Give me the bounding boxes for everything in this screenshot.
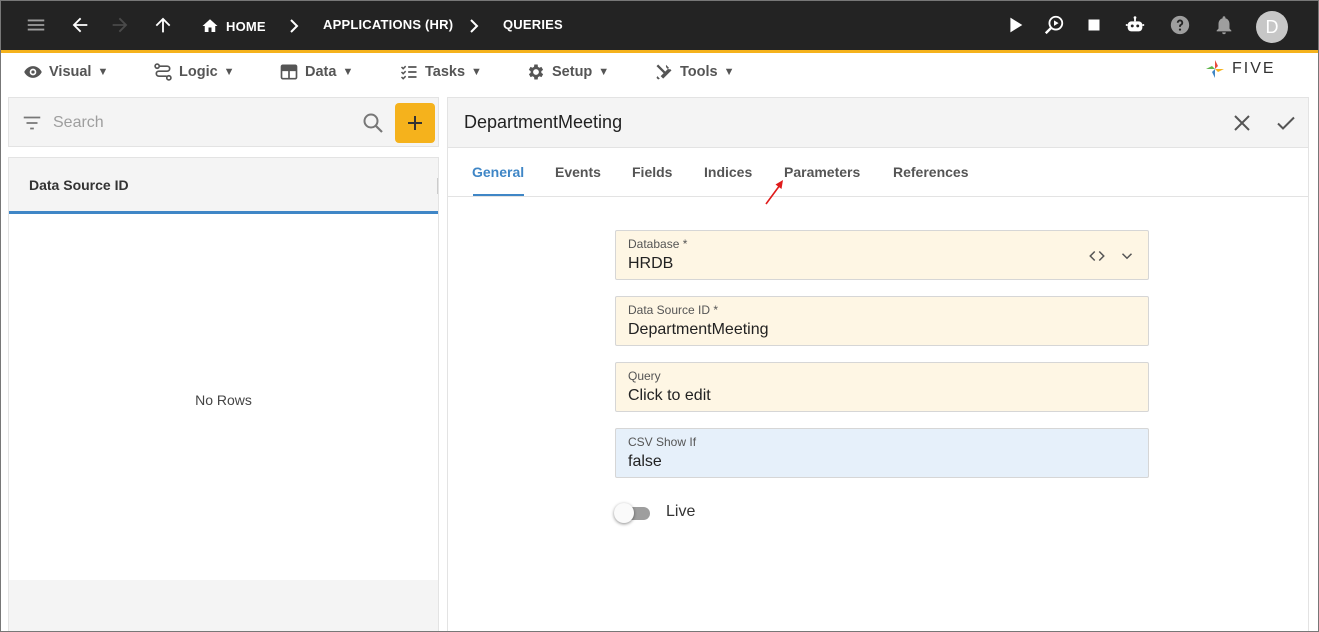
chevron-right-icon [290, 19, 299, 33]
caret-down-icon: ▼ [598, 66, 610, 78]
logic-icon [154, 63, 172, 81]
debug-bot-icon[interactable] [1122, 12, 1148, 38]
tab-events[interactable]: Events [555, 164, 601, 180]
active-tab-indicator [473, 194, 524, 196]
record-form: DepartmentMeeting General Events Fields … [447, 97, 1309, 632]
tools-icon [656, 64, 672, 80]
back-arrow-icon[interactable] [67, 12, 93, 38]
tab-general[interactable]: General [472, 164, 524, 180]
filter-icon[interactable] [21, 112, 43, 134]
menu-logic[interactable]: Logic ▼ [153, 62, 235, 82]
top-app-bar: HOME APPLICATIONS (HR) QUERIES D [0, 0, 1319, 53]
data-source-id-field[interactable]: Data Source ID * DepartmentMeeting [615, 296, 1149, 346]
home-icon [202, 19, 218, 32]
eye-icon [24, 66, 42, 78]
menu-tools[interactable]: Tools ▼ [654, 62, 734, 82]
caret-down-icon: ▼ [471, 66, 482, 78]
gear-icon [528, 64, 544, 80]
caret-down-icon: ▼ [223, 66, 235, 78]
csv-show-if-field[interactable]: CSV Show If false [615, 428, 1149, 478]
live-toggle[interactable] [614, 502, 654, 524]
close-icon[interactable] [1230, 111, 1254, 135]
main-menu-bar: Visual ▼ Logic ▼ Data ▼ Tasks ▼ Setup ▼ … [0, 56, 1319, 88]
five-logo: FIVE [1204, 58, 1276, 80]
notifications-bell-icon[interactable] [1211, 12, 1237, 38]
empty-state-text: No Rows [195, 392, 252, 408]
breadcrumb-applications[interactable]: APPLICATIONS (HR) [323, 17, 453, 32]
form-tabs: General Events Fields Indices Parameters… [448, 148, 1308, 197]
hamburger-menu-icon[interactable] [23, 12, 49, 38]
five-logo-icon [1206, 60, 1224, 78]
up-arrow-icon[interactable] [150, 12, 176, 38]
help-icon[interactable] [1167, 12, 1193, 38]
add-record-button[interactable] [395, 103, 435, 143]
column-header-data-source-id[interactable]: Data Source ID [9, 158, 438, 214]
forward-arrow-icon[interactable] [107, 12, 133, 38]
list-search-bar [8, 97, 439, 147]
query-field[interactable]: Query Click to edit [615, 362, 1149, 412]
chevron-right-icon [470, 19, 479, 33]
run-play-icon[interactable] [1002, 12, 1028, 38]
list-footer [9, 580, 438, 632]
tab-indices[interactable]: Indices [704, 164, 752, 180]
form-header: DepartmentMeeting [448, 98, 1308, 148]
run-search-icon[interactable] [1041, 12, 1067, 38]
table-icon [280, 64, 298, 80]
menu-data[interactable]: Data ▼ [279, 62, 353, 82]
tab-fields[interactable]: Fields [632, 164, 672, 180]
search-icon[interactable] [361, 111, 385, 135]
search-input[interactable] [53, 110, 353, 136]
caret-down-icon: ▼ [342, 66, 354, 78]
tab-references[interactable]: References [893, 164, 969, 180]
save-check-icon[interactable] [1274, 111, 1298, 135]
form-title: DepartmentMeeting [464, 112, 623, 132]
breadcrumb-queries[interactable]: QUERIES [503, 17, 563, 32]
menu-visual[interactable]: Visual ▼ [23, 62, 108, 82]
code-brackets-icon[interactable] [1088, 247, 1106, 265]
chevron-down-icon[interactable] [1118, 247, 1136, 265]
live-toggle-label: Live [666, 503, 696, 520]
stop-icon[interactable] [1081, 12, 1107, 38]
caret-down-icon: ▼ [97, 66, 109, 78]
tab-parameters[interactable]: Parameters [784, 164, 860, 180]
column-resize-handle[interactable] [437, 178, 438, 194]
caret-down-icon: ▼ [723, 66, 735, 78]
user-avatar[interactable]: D [1256, 11, 1288, 43]
toggle-thumb [614, 503, 634, 523]
tasks-icon [400, 65, 417, 80]
plus-icon [408, 116, 422, 130]
menu-tasks[interactable]: Tasks ▼ [399, 62, 482, 82]
breadcrumb-home[interactable]: HOME [201, 17, 266, 35]
database-select[interactable]: Database * HRDB [615, 230, 1149, 280]
menu-setup[interactable]: Setup ▼ [526, 62, 609, 82]
annotation-arrow-icon [765, 180, 783, 205]
records-list: Data Source ID No Rows [8, 157, 439, 632]
